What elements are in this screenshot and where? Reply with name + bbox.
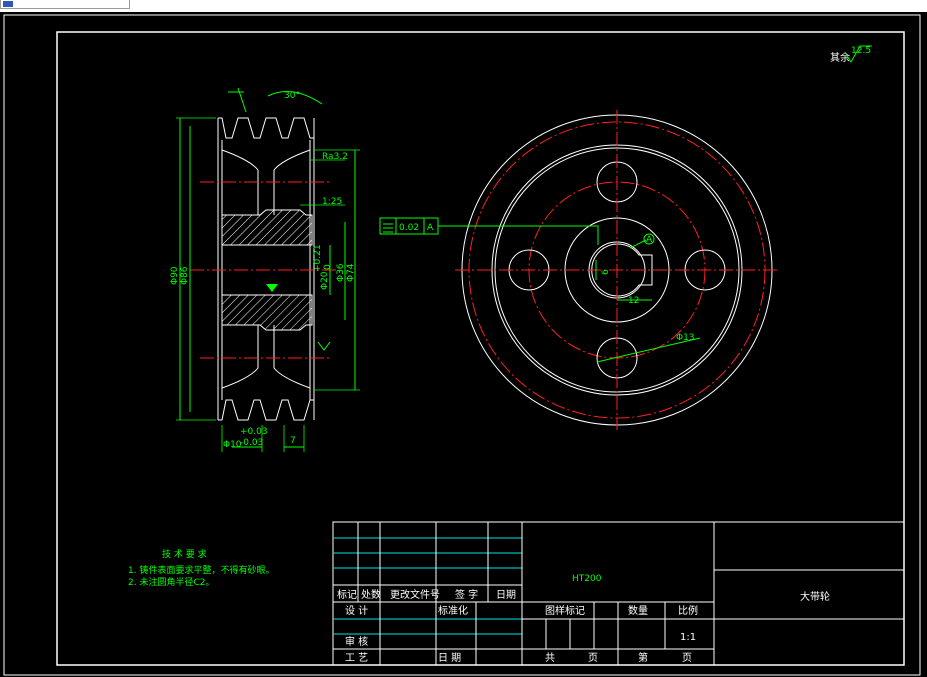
svg-text:审 核: 审 核 xyxy=(345,635,368,648)
svg-text:其余: 其余 xyxy=(830,51,850,64)
svg-text:+0.21: +0.21 xyxy=(313,244,323,272)
dim-hole: Φ13 xyxy=(676,333,695,343)
sheet-outer-border xyxy=(3,14,921,676)
app-icon xyxy=(3,1,13,7)
svg-text:签 字: 签 字 xyxy=(455,588,478,601)
dim-d86: Φ86 xyxy=(180,266,190,285)
svg-text:1. 铸件表面要求平整，不得有砂眼。: 1. 铸件表面要求平整，不得有砂眼。 xyxy=(128,564,274,576)
drawing-tab[interactable] xyxy=(0,0,130,9)
dim-bore: Φ20 xyxy=(320,271,330,290)
section-hatch-lower xyxy=(221,294,313,331)
svg-text:共: 共 xyxy=(545,652,555,664)
svg-text:图样标记: 图样标记 xyxy=(545,604,585,617)
svg-text:第: 第 xyxy=(638,651,648,664)
roughness-note: 其余 12.5 xyxy=(830,45,872,64)
svg-text:2. 未注圆角半径C2。: 2. 未注圆角半径C2。 xyxy=(128,576,214,588)
svg-text:设 计: 设 计 xyxy=(345,604,368,617)
dim-groove-pitch: 7 xyxy=(290,436,296,446)
runout-tolerance-frame: 0.02 A xyxy=(379,217,599,245)
svg-text:页: 页 xyxy=(682,652,692,664)
section-view[interactable]: 30° Φ90 Φ86 Φ74 Φ36 Φ20 +0.21 0 Ra3.2 1:… xyxy=(170,87,360,452)
cad-drawing-canvas[interactable]: 其余 12.5 30° Φ90 Φ86 Φ74 Φ36 Φ20 +0.21 0 … xyxy=(0,12,927,677)
svg-text:比例: 比例 xyxy=(678,604,698,617)
svg-text:A: A xyxy=(427,223,434,233)
svg-text:数量: 数量 xyxy=(628,604,648,617)
section-hatch-upper xyxy=(221,209,313,246)
dim-d74: Φ74 xyxy=(346,263,356,282)
svg-text:更改文件号: 更改文件号 xyxy=(390,588,440,601)
svg-text:技 术 要 求: 技 术 要 求 xyxy=(162,548,207,560)
groove-angle-label: 30° xyxy=(284,91,300,101)
svg-text:标记: 标记 xyxy=(337,589,357,601)
part-name: 大带轮 xyxy=(800,590,830,603)
svg-text:页: 页 xyxy=(588,652,598,664)
svg-text:-0.03: -0.03 xyxy=(240,438,263,448)
svg-text:标准化: 标准化 xyxy=(438,604,468,617)
svg-text:工 艺: 工 艺 xyxy=(345,652,368,664)
dim-keyway-depth: 12 xyxy=(628,296,639,306)
svg-text:0.02: 0.02 xyxy=(399,223,419,233)
material-label: HT200 xyxy=(572,574,602,584)
svg-text:+0.03: +0.03 xyxy=(240,427,268,437)
svg-text:A: A xyxy=(646,235,653,245)
svg-text:Ra3.2: Ra3.2 xyxy=(322,152,348,162)
svg-text:日 期: 日 期 xyxy=(438,652,461,664)
dim-d90: Φ90 xyxy=(170,266,180,285)
svg-text:1:25: 1:25 xyxy=(322,197,342,207)
front-view[interactable]: 6 12 Φ13 A 0.02 A xyxy=(379,110,780,430)
svg-text:1:1: 1:1 xyxy=(680,632,696,643)
svg-text:处数: 处数 xyxy=(361,588,381,601)
technical-requirements: 技 术 要 求 1. 铸件表面要求平整，不得有砂眼。 2. 未注圆角半径C2。 xyxy=(128,548,274,588)
svg-text:0: 0 xyxy=(323,264,333,270)
svg-text:日期: 日期 xyxy=(496,589,516,601)
dim-hub: Φ10 xyxy=(223,440,242,450)
dim-d36: Φ36 xyxy=(336,263,346,282)
svg-text:12.5: 12.5 xyxy=(851,46,871,56)
dim-keyway-width: 6 xyxy=(601,269,611,275)
